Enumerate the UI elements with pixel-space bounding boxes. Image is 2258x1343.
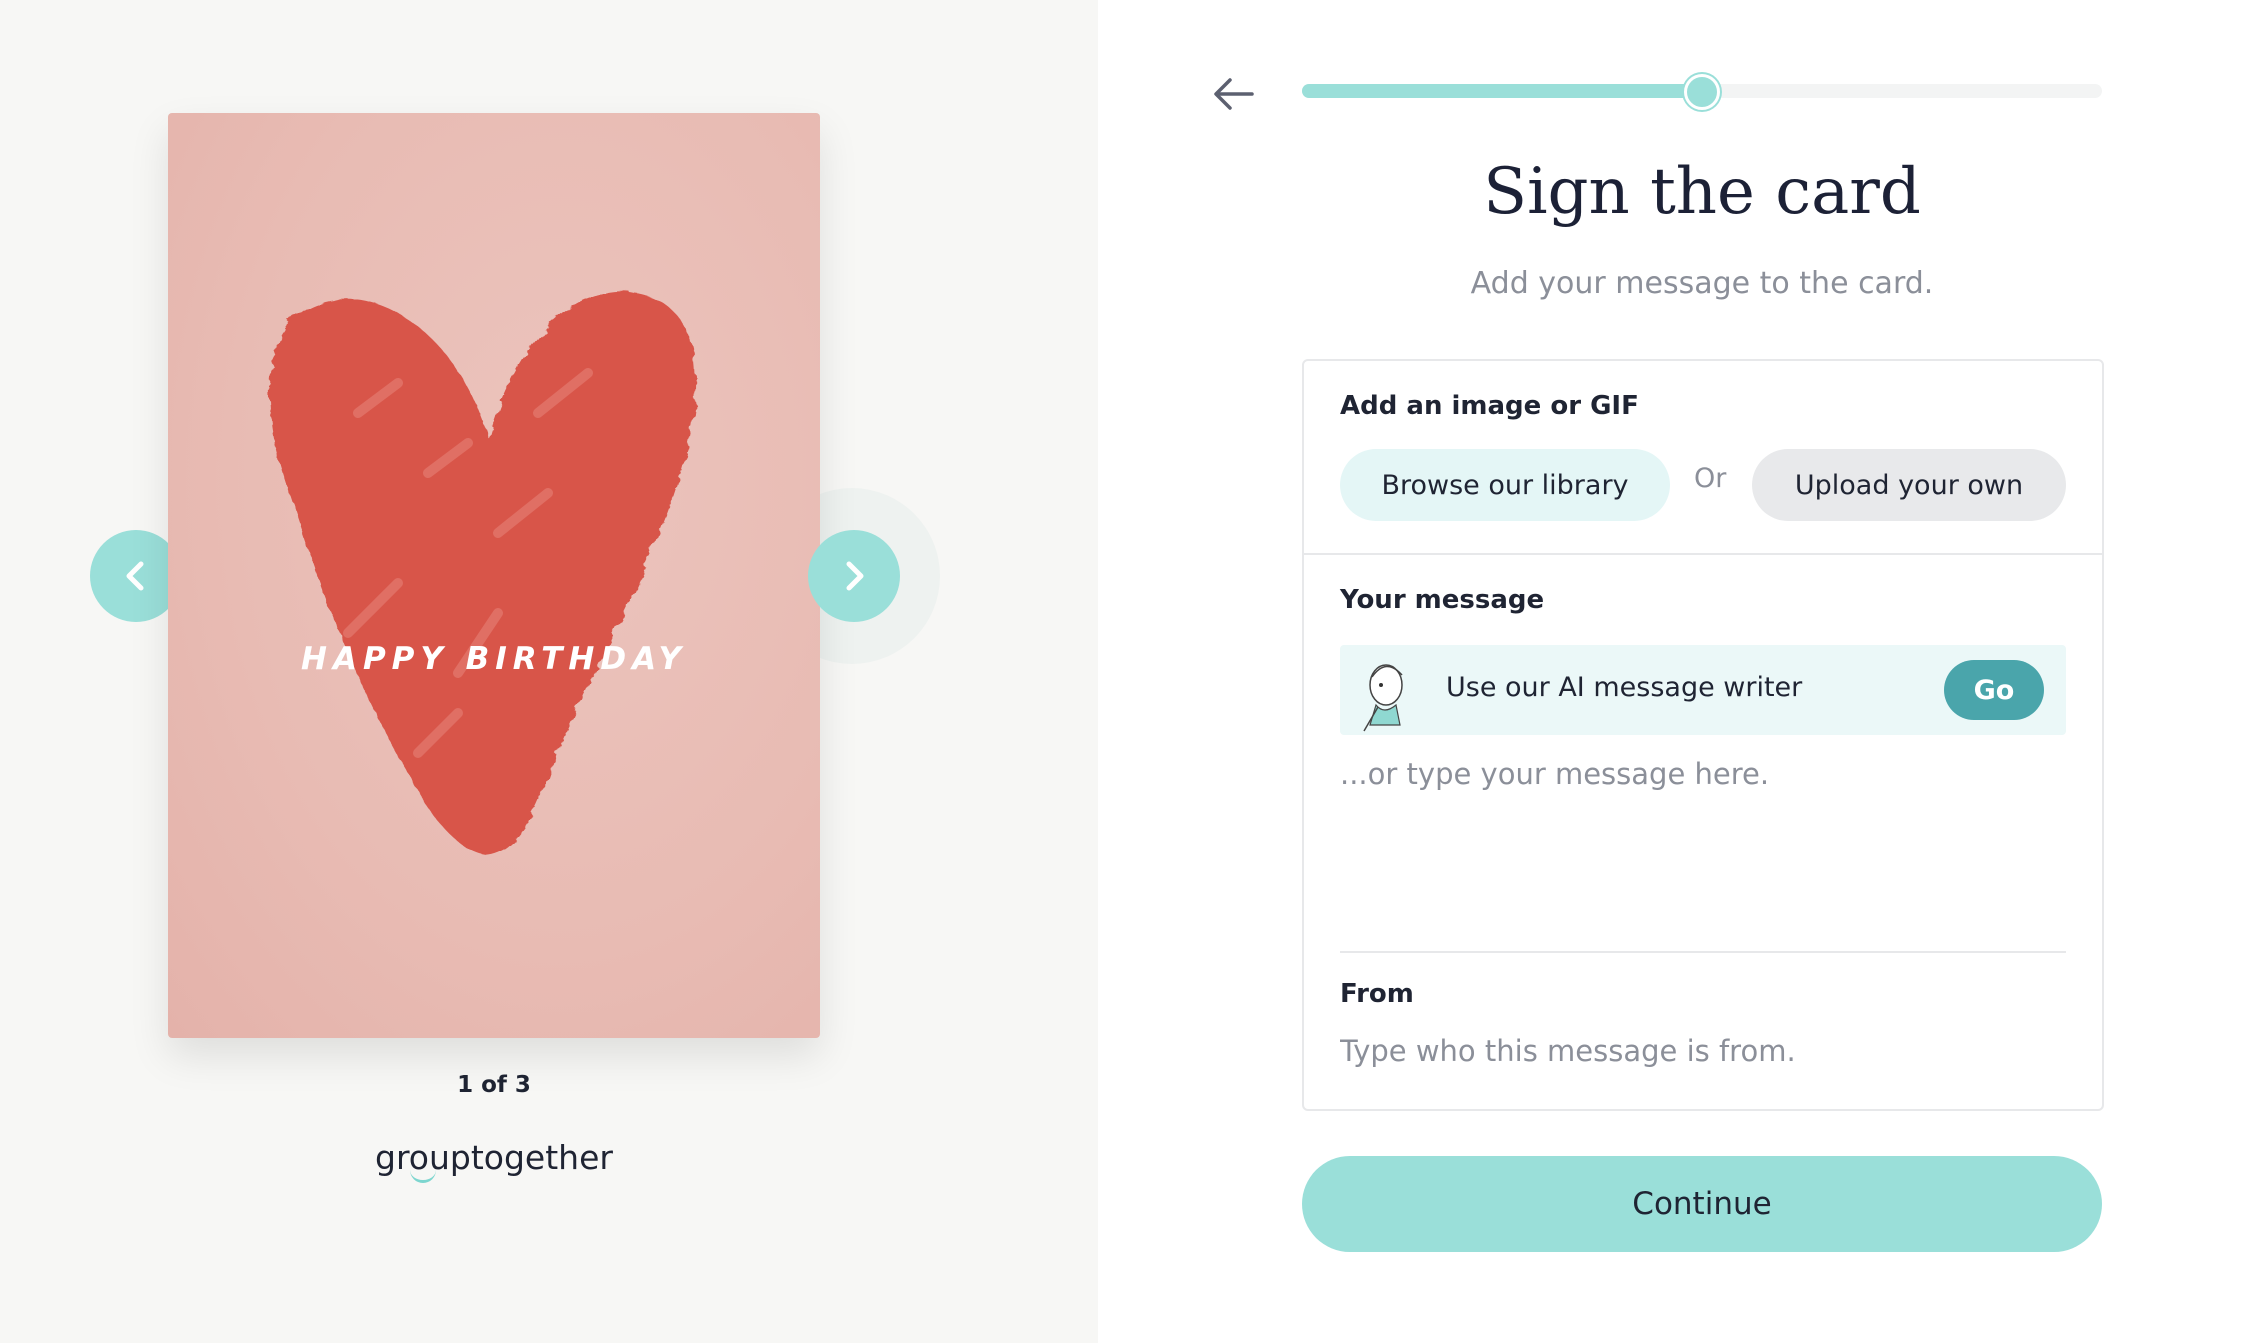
message-textarea[interactable] bbox=[1340, 757, 2066, 907]
arrow-left-icon bbox=[1214, 78, 1254, 110]
back-button[interactable] bbox=[1208, 68, 1260, 120]
continue-button[interactable]: Continue bbox=[1302, 1156, 2102, 1252]
ai-go-button[interactable]: Go bbox=[1944, 660, 2044, 720]
upload-own-button[interactable]: Upload your own bbox=[1752, 449, 2066, 521]
browse-library-button[interactable]: Browse our library bbox=[1340, 449, 1670, 521]
from-input[interactable] bbox=[1340, 1029, 2066, 1073]
progress-bar bbox=[1302, 74, 2102, 110]
image-section-label: Add an image or GIF bbox=[1340, 391, 1639, 421]
ai-writer-label: Use our AI message writer bbox=[1446, 672, 1803, 703]
message-section-label: Your message bbox=[1340, 585, 1545, 615]
page-subtitle: Add your message to the card. bbox=[1470, 266, 1934, 301]
ai-message-writer-row[interactable]: Use our AI message writer Go bbox=[1340, 645, 2066, 735]
heart-illustration bbox=[269, 291, 696, 855]
next-card-button[interactable] bbox=[808, 530, 900, 622]
card-front-image: HAPPY BIRTHDAY bbox=[168, 113, 820, 1038]
progress-knob bbox=[1684, 74, 1720, 110]
message-divider bbox=[1340, 951, 2066, 953]
section-divider bbox=[1304, 553, 2102, 555]
message-form: Add an image or GIF Browse our library O… bbox=[1302, 359, 2104, 1111]
chevron-left-icon bbox=[126, 561, 144, 591]
or-separator: Or bbox=[1694, 463, 1727, 494]
card-greeting-text: HAPPY BIRTHDAY bbox=[301, 641, 687, 677]
page-indicator: 1 of 3 bbox=[457, 1072, 531, 1098]
progress-fill bbox=[1302, 84, 1702, 98]
from-section-label: From bbox=[1340, 979, 1414, 1009]
brand-logo: grouptogether bbox=[375, 1138, 613, 1177]
page-title: Sign the card bbox=[1483, 155, 1921, 229]
chevron-right-icon bbox=[846, 561, 864, 591]
ai-assistant-avatar-icon bbox=[1363, 664, 1403, 732]
